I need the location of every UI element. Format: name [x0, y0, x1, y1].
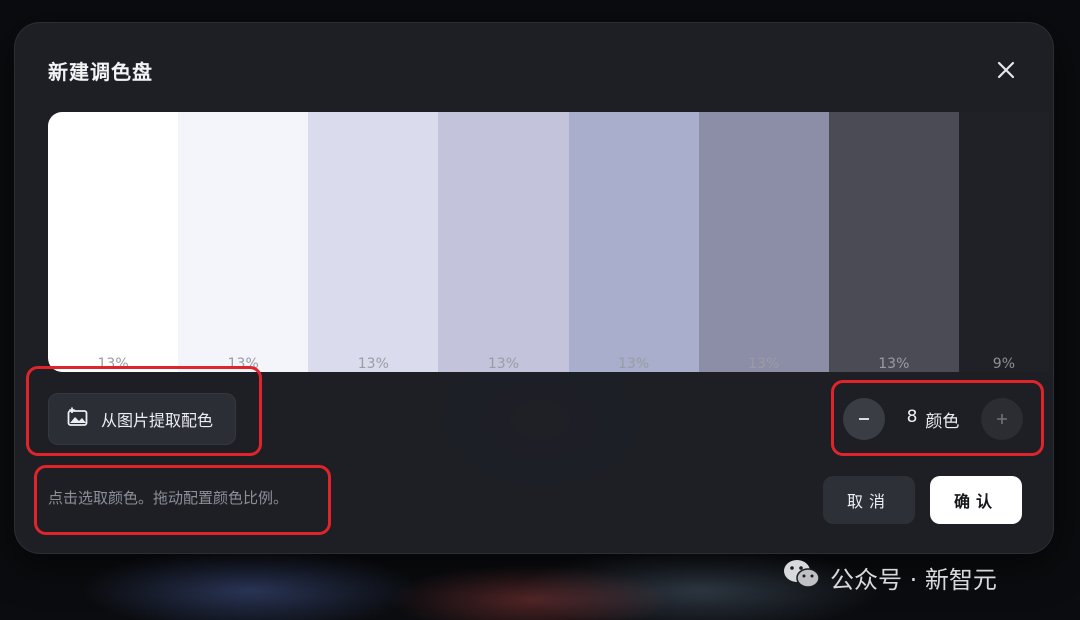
dialog-title: 新建调色盘 — [48, 60, 153, 84]
wechat-icon — [782, 557, 822, 597]
color-palette-strip: 13% 13% 13% 13% 13% 13% 13% 9% — [48, 112, 1049, 372]
swatch-percent: 13% — [748, 356, 780, 372]
swatch-percent: 9% — [992, 356, 1016, 372]
color-swatch[interactable]: 13% — [828, 112, 959, 372]
close-icon[interactable] — [993, 57, 1019, 83]
color-swatch[interactable]: 13% — [48, 112, 179, 372]
color-swatch[interactable]: 13% — [438, 112, 569, 372]
color-swatch[interactable]: 9% — [958, 112, 1049, 372]
swatch-percent: 13% — [878, 356, 910, 372]
highlight-box-extract — [26, 366, 262, 456]
highlight-box-stepper — [831, 380, 1044, 456]
cancel-button[interactable]: 取消 — [823, 476, 915, 524]
color-swatch[interactable]: 13% — [568, 112, 699, 372]
swatch-percent: 13% — [618, 356, 650, 372]
color-swatch[interactable]: 13% — [698, 112, 829, 372]
confirm-button[interactable]: 确认 — [930, 476, 1022, 524]
color-swatch[interactable]: 13% — [178, 112, 309, 372]
watermark-text: 公众号 · 新智元 — [830, 565, 997, 594]
swatch-percent: 13% — [357, 356, 389, 372]
highlight-box-hint — [34, 465, 331, 535]
color-swatch[interactable]: 13% — [308, 112, 439, 372]
swatch-percent: 13% — [487, 356, 519, 372]
watermark: 公众号 · 新智元 — [782, 557, 997, 597]
